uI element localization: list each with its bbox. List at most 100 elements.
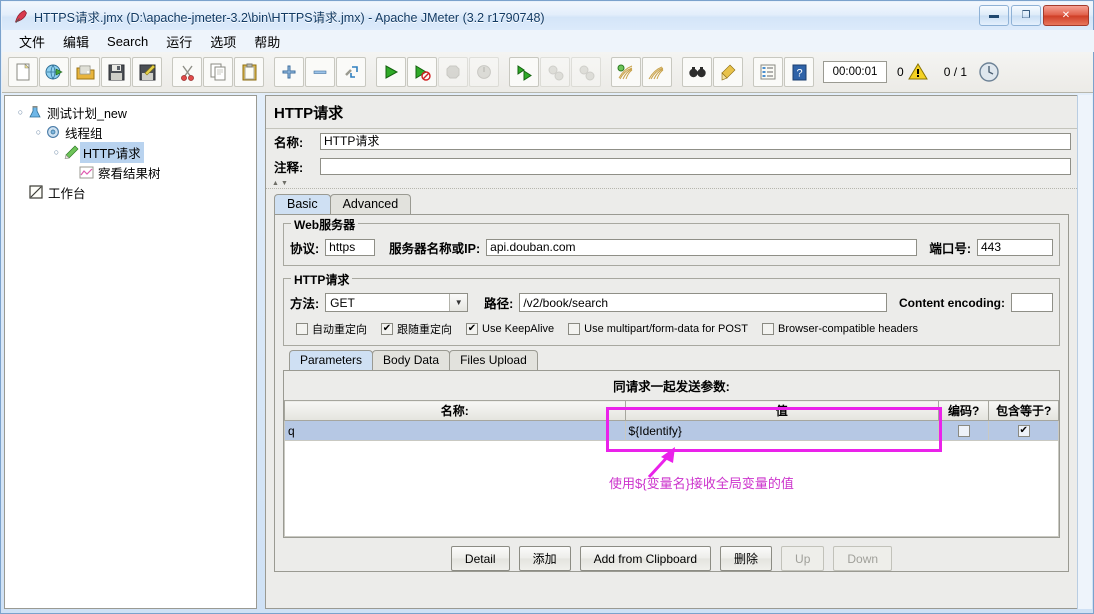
shutdown-icon[interactable] [469, 57, 499, 87]
checkbox-box[interactable] [568, 323, 581, 335]
tab-body-data[interactable]: Body Data [372, 350, 451, 370]
checkbox-box[interactable] [761, 323, 774, 335]
menu-options[interactable]: 选项 [201, 30, 245, 53]
checkbox-include-equals[interactable]: ✔ [1017, 424, 1030, 437]
menu-edit[interactable]: 编辑 [54, 30, 98, 53]
menu-file[interactable]: 文件 [10, 30, 54, 53]
test-plan-tree[interactable]: ○ 测试计划_new ○ 线程组 ○ HTTP请求 察看结果树 工作台 [4, 95, 257, 609]
checkbox-multipart[interactable]: Use multipart/form-data for POST [568, 323, 748, 335]
clock-icon[interactable] [975, 58, 1003, 86]
save-icon[interactable] [101, 57, 131, 87]
parameters-table[interactable]: 名称: 值 编码? 包含等于? q ${Identify} ✔ [284, 400, 1059, 441]
column-header-name[interactable]: 名称: [284, 400, 626, 421]
delete-button[interactable]: 删除 [720, 546, 773, 571]
add-from-clipboard-button[interactable]: Add from Clipboard [579, 546, 712, 571]
stop-icon[interactable] [438, 57, 468, 87]
expander-icon[interactable]: ○ [51, 147, 62, 158]
path-input[interactable] [519, 293, 888, 312]
cell-param-value[interactable]: ${Identify} [624, 420, 940, 441]
protocol-input[interactable] [325, 239, 376, 256]
splitter-arrows[interactable]: ▲ ▼ [266, 179, 1077, 189]
comment-input[interactable] [320, 158, 1071, 175]
function-helper-icon[interactable] [753, 57, 783, 87]
tree-node-view-results-tree[interactable]: 察看结果树 [11, 162, 256, 182]
close-button[interactable]: ✕ [1043, 5, 1089, 26]
clear-icon[interactable] [611, 57, 641, 87]
splitter-up-icon[interactable]: ▲ [272, 180, 279, 187]
name-field-row: 名称: [266, 129, 1077, 154]
column-header-encode[interactable]: 编码? [938, 400, 990, 421]
toggle-icon[interactable] [336, 57, 366, 87]
tab-parameters[interactable]: Parameters [289, 350, 374, 370]
checkbox-follow-redirects[interactable]: ✔ 跟随重定向 [381, 321, 452, 337]
table-header-row: 名称: 值 编码? 包含等于? [284, 400, 1059, 421]
chevron-down-icon[interactable]: ▼ [449, 294, 468, 311]
name-input[interactable] [320, 133, 1071, 150]
expander-icon[interactable]: ○ [33, 127, 44, 138]
server-input[interactable] [486, 239, 918, 256]
tab-files-upload[interactable]: Files Upload [449, 350, 538, 370]
checkbox-auto-redirect[interactable]: 自动重定向 [296, 321, 367, 337]
copy-icon[interactable] [203, 57, 233, 87]
paste-icon[interactable] [234, 57, 264, 87]
tab-advanced[interactable]: Advanced [329, 194, 412, 214]
cell-param-include-equals[interactable]: ✔ [988, 420, 1059, 441]
cell-param-encode[interactable] [938, 420, 990, 441]
search-icon[interactable] [682, 57, 712, 87]
menu-search[interactable]: Search [98, 32, 157, 51]
clear-all-icon[interactable] [642, 57, 672, 87]
checkbox-browser-compatible[interactable]: Browser-compatible headers [761, 323, 918, 335]
menu-help[interactable]: 帮助 [245, 30, 289, 53]
warning-triangle-icon[interactable] [907, 63, 928, 81]
right-scroll-edge[interactable] [1077, 95, 1092, 609]
detail-button[interactable]: Detail [450, 546, 510, 571]
cell-param-name[interactable]: q [284, 420, 626, 441]
column-header-include-equals[interactable]: 包含等于? [988, 400, 1059, 421]
checkbox-keepalive[interactable]: ✔ Use KeepAlive [466, 323, 554, 335]
shutdown-remote-icon[interactable] [571, 57, 601, 87]
checkbox-label: 自动重定向 [312, 324, 367, 336]
menu-run[interactable]: 运行 [157, 30, 201, 53]
start-no-pauses-icon[interactable] [407, 57, 437, 87]
table-row[interactable]: q ${Identify} ✔ [284, 420, 1059, 441]
checkbox-box[interactable]: ✔ [466, 323, 478, 335]
http-request-group-title: HTTP请求 [291, 271, 353, 288]
open-icon[interactable] [70, 57, 100, 87]
checkbox-box[interactable] [296, 323, 308, 335]
checkbox-encode[interactable] [957, 424, 970, 437]
save-as-icon[interactable] [132, 57, 162, 87]
port-input[interactable] [977, 239, 1053, 256]
up-button[interactable]: Up [781, 546, 825, 571]
method-combobox[interactable]: GET ▼ [325, 293, 469, 312]
reset-search-icon[interactable] [713, 57, 743, 87]
column-header-value[interactable]: 值 [624, 400, 940, 421]
collapse-icon[interactable] [305, 57, 335, 87]
help-icon[interactable]: ? [784, 57, 814, 87]
expand-icon[interactable] [274, 57, 304, 87]
start-remote-icon[interactable] [509, 57, 539, 87]
web-server-group-title: Web服务器 [291, 216, 359, 233]
tree-node-test-plan[interactable]: ○ 测试计划_new [11, 102, 256, 122]
add-button[interactable]: 添加 [518, 546, 571, 571]
stop-remote-icon[interactable] [540, 57, 570, 87]
down-button[interactable]: Down [833, 546, 893, 571]
tree-node-workbench[interactable]: 工作台 [11, 182, 256, 202]
expander-icon[interactable]: ○ [15, 107, 26, 118]
checkbox-label: Use multipart/form-data for POST [584, 323, 748, 335]
checkbox-box[interactable]: ✔ [381, 323, 393, 335]
tab-basic[interactable]: Basic [274, 194, 331, 214]
warning-count: 0 [897, 65, 904, 79]
checkbox-label: Use KeepAlive [482, 323, 555, 335]
splitter-down-icon[interactable]: ▼ [281, 180, 288, 187]
toolbar-separator [367, 58, 376, 86]
templates-icon[interactable] [39, 57, 69, 87]
tree-node-http-request[interactable]: ○ HTTP请求 [11, 141, 256, 163]
content-encoding-input[interactable] [1011, 293, 1053, 312]
maximize-button[interactable]: ❐ [1011, 5, 1041, 26]
cut-icon[interactable] [172, 57, 202, 87]
minimize-button[interactable]: ▬ [979, 5, 1009, 26]
page-title: HTTP请求 [266, 96, 1077, 129]
new-icon[interactable] [8, 57, 38, 87]
tree-node-thread-group[interactable]: ○ 线程组 [11, 122, 256, 142]
start-icon[interactable] [376, 57, 406, 87]
